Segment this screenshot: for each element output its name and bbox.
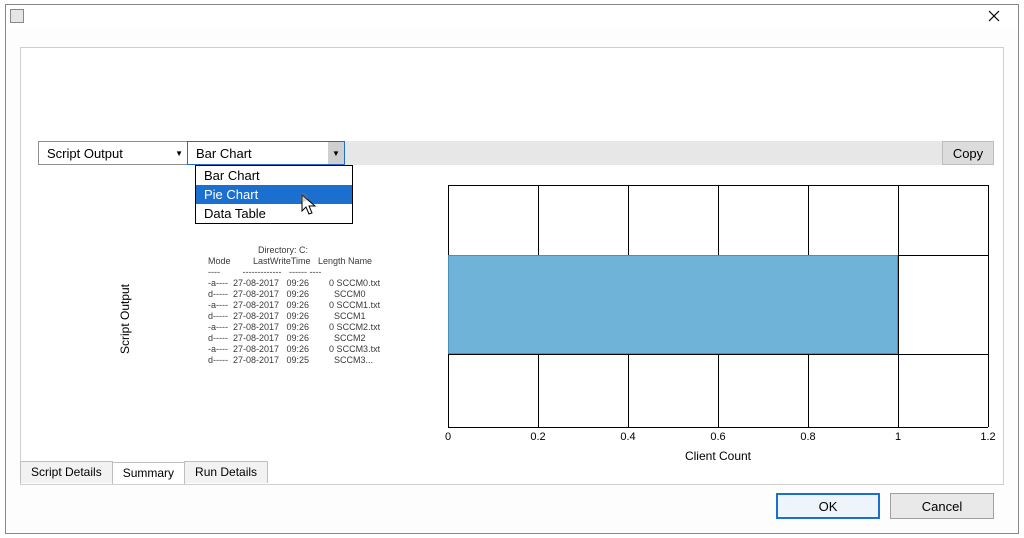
chart-type-dropdown-list[interactable]: Bar ChartPie ChartData Table xyxy=(195,165,353,224)
chart-type-option[interactable]: Pie Chart xyxy=(196,185,352,204)
dialog-footer: OK Cancel xyxy=(776,493,994,519)
dialog-window: Script completed. Script Output ▼ Bar Ch… xyxy=(5,4,1019,534)
close-button[interactable] xyxy=(974,5,1014,27)
tab-script-details[interactable]: Script Details xyxy=(20,461,113,483)
chart-type-option[interactable]: Data Table xyxy=(196,204,352,223)
tab-strip: Script DetailsSummaryRun Details xyxy=(20,461,267,483)
chart-type-value: Bar Chart xyxy=(196,146,252,161)
x-tick-label: 0.4 xyxy=(620,431,635,443)
tab-run-details[interactable]: Run Details xyxy=(184,461,268,483)
titlebar xyxy=(6,5,1018,27)
app-icon xyxy=(10,9,24,23)
cancel-button[interactable]: Cancel xyxy=(890,493,994,519)
chart-type-dropdown[interactable]: Bar Chart ▼ xyxy=(187,141,345,165)
chart-bar xyxy=(448,255,898,354)
ok-button[interactable]: OK xyxy=(776,493,880,519)
chart-plot: Client Count 00.20.40.60.811.2 xyxy=(448,185,988,427)
x-tick-label: 0.8 xyxy=(800,431,815,443)
x-tick-label: 1 xyxy=(895,431,901,443)
copy-button[interactable]: Copy xyxy=(942,141,994,165)
script-output-text: Directory: C: Mode LastWriteTime Length … xyxy=(208,245,438,366)
chart-type-option[interactable]: Bar Chart xyxy=(196,166,352,185)
output-type-value: Script Output xyxy=(47,146,123,161)
x-tick-label: 0.2 xyxy=(530,431,545,443)
tab-summary[interactable]: Summary xyxy=(112,462,185,484)
chevron-down-icon: ▼ xyxy=(328,142,344,164)
close-icon xyxy=(988,10,1000,22)
chart-toolbar: Script Output ▼ Bar Chart ▼ Copy xyxy=(38,141,994,165)
chart-y-axis-label: Script Output xyxy=(118,284,132,354)
x-tick-label: 0 xyxy=(445,431,451,443)
output-type-dropdown[interactable]: Script Output ▼ xyxy=(38,141,188,165)
chart-x-axis-label: Client Count xyxy=(685,449,751,463)
chart-area: Script Output Directory: C: Mode LastWri… xyxy=(38,175,994,463)
x-tick-label: 0.6 xyxy=(710,431,725,443)
chevron-down-icon: ▼ xyxy=(175,149,183,158)
x-tick-label: 1.2 xyxy=(980,431,995,443)
